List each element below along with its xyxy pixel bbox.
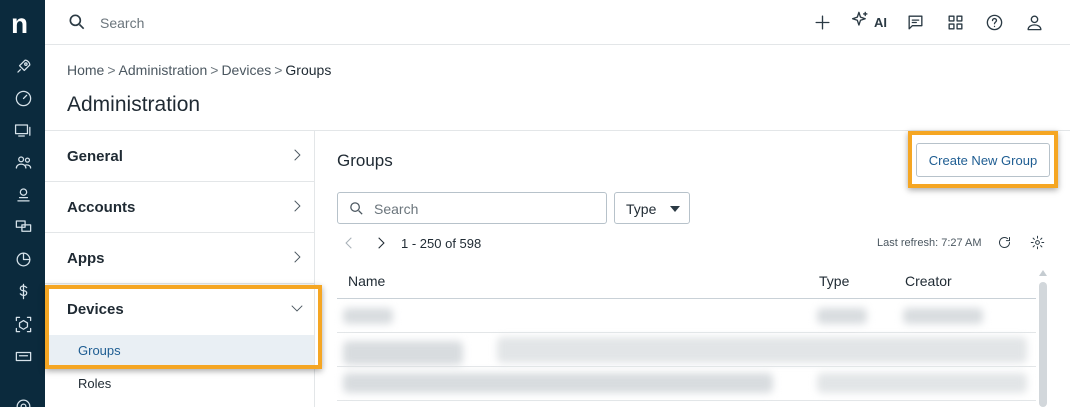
chat-icon[interactable]	[906, 12, 925, 32]
chevron-down-icon	[290, 301, 304, 320]
chevron-left-icon[interactable]	[342, 236, 358, 252]
type-filter-select[interactable]: Type	[614, 192, 690, 224]
nav-subitem-groups[interactable]: Groups	[45, 335, 314, 366]
app-rail: n	[0, 0, 45, 407]
pagination-info: 1 - 250 of 598	[401, 236, 482, 251]
column-header-name[interactable]: Name	[348, 273, 385, 289]
cube-scan-icon[interactable]	[12, 313, 34, 335]
redacted-cell	[817, 373, 1027, 393]
chevron-right-icon	[290, 148, 304, 167]
chevron-right-icon	[290, 250, 304, 269]
nav-item-label: Accounts	[67, 199, 136, 216]
table-row[interactable]	[337, 367, 1036, 401]
nav-item-label: Apps	[67, 250, 105, 267]
last-refresh-text: Last refresh: 7:27 AM	[877, 237, 982, 249]
dollar-icon[interactable]	[12, 280, 34, 302]
redacted-cell	[903, 308, 983, 324]
ai-label: AI	[874, 14, 887, 30]
breadcrumb-separator: >	[107, 62, 116, 78]
search-icon	[348, 200, 365, 222]
breadcrumb-current: Groups	[285, 62, 332, 78]
chevron-right-icon	[290, 199, 304, 218]
redacted-cell	[497, 337, 1027, 363]
chevron-right-icon[interactable]	[374, 236, 390, 252]
nav-item-devices[interactable]: Devices	[45, 284, 314, 335]
search-placeholder: Search	[374, 201, 419, 217]
column-header-creator[interactable]: Creator	[905, 273, 952, 289]
section-title: Groups	[337, 151, 393, 170]
search-icon[interactable]	[67, 12, 87, 37]
redacted-cell	[343, 373, 773, 393]
table-row[interactable]	[337, 299, 1036, 333]
nav-subitem-label: Roles	[78, 376, 112, 391]
support-agent-icon[interactable]	[12, 183, 34, 205]
scroll-up-icon[interactable]	[1039, 270, 1047, 276]
nav-subitem-roles[interactable]: Roles	[45, 368, 314, 399]
nav-item-general[interactable]: General	[45, 131, 314, 182]
rocket-icon[interactable]	[12, 55, 34, 77]
sparkle-icon	[851, 10, 870, 34]
nav-item-apps[interactable]: Apps	[45, 233, 314, 284]
scrollbar-thumb[interactable]	[1039, 282, 1047, 407]
users-icon[interactable]	[12, 151, 34, 173]
redacted-cell	[343, 341, 463, 365]
breadcrumb: Home > Administration > Devices > Groups	[67, 62, 331, 78]
sidebar-divider	[314, 130, 315, 407]
gauge-icon[interactable]	[12, 87, 34, 109]
breadcrumb-separator: >	[210, 62, 219, 78]
top-bar: Search AI	[45, 0, 1070, 45]
redacted-cell	[343, 308, 393, 324]
redacted-cell	[817, 308, 867, 324]
refresh-icon[interactable]	[997, 235, 1012, 255]
pie-chart-icon[interactable]	[12, 248, 34, 270]
nav-subitem-label: Groups	[78, 343, 121, 358]
breadcrumb-separator: >	[274, 62, 283, 78]
help-icon[interactable]	[985, 12, 1004, 32]
screens-icon[interactable]	[12, 215, 34, 237]
settings-icon[interactable]	[12, 395, 34, 407]
create-new-group-button[interactable]: Create New Group	[916, 143, 1050, 177]
breadcrumb-devices[interactable]: Devices	[221, 62, 271, 78]
devices-icon[interactable]	[12, 119, 34, 141]
nav-item-label: Devices	[67, 301, 124, 318]
breadcrumb-administration[interactable]: Administration	[119, 62, 208, 78]
gear-icon[interactable]	[1030, 235, 1045, 255]
nav-item-label: General	[67, 148, 123, 165]
ticket-icon[interactable]	[12, 345, 34, 367]
page-title: Administration	[67, 93, 201, 116]
global-search-input[interactable]: Search	[100, 15, 144, 31]
breadcrumb-home[interactable]: Home	[67, 62, 104, 78]
plus-icon[interactable]	[813, 12, 832, 32]
column-header-type[interactable]: Type	[819, 273, 849, 289]
nav-item-accounts[interactable]: Accounts	[45, 182, 314, 233]
apps-grid-icon[interactable]	[946, 12, 965, 32]
table-scrollbar[interactable]	[1039, 270, 1047, 407]
caret-down-icon	[670, 206, 680, 212]
table-row[interactable]	[337, 333, 1036, 367]
app-logo[interactable]: n	[11, 10, 28, 38]
groups-search-input[interactable]: Search	[337, 192, 607, 224]
type-filter-value: Type	[626, 201, 657, 217]
user-icon[interactable]	[1025, 12, 1044, 32]
ai-button[interactable]: AI	[851, 10, 887, 34]
